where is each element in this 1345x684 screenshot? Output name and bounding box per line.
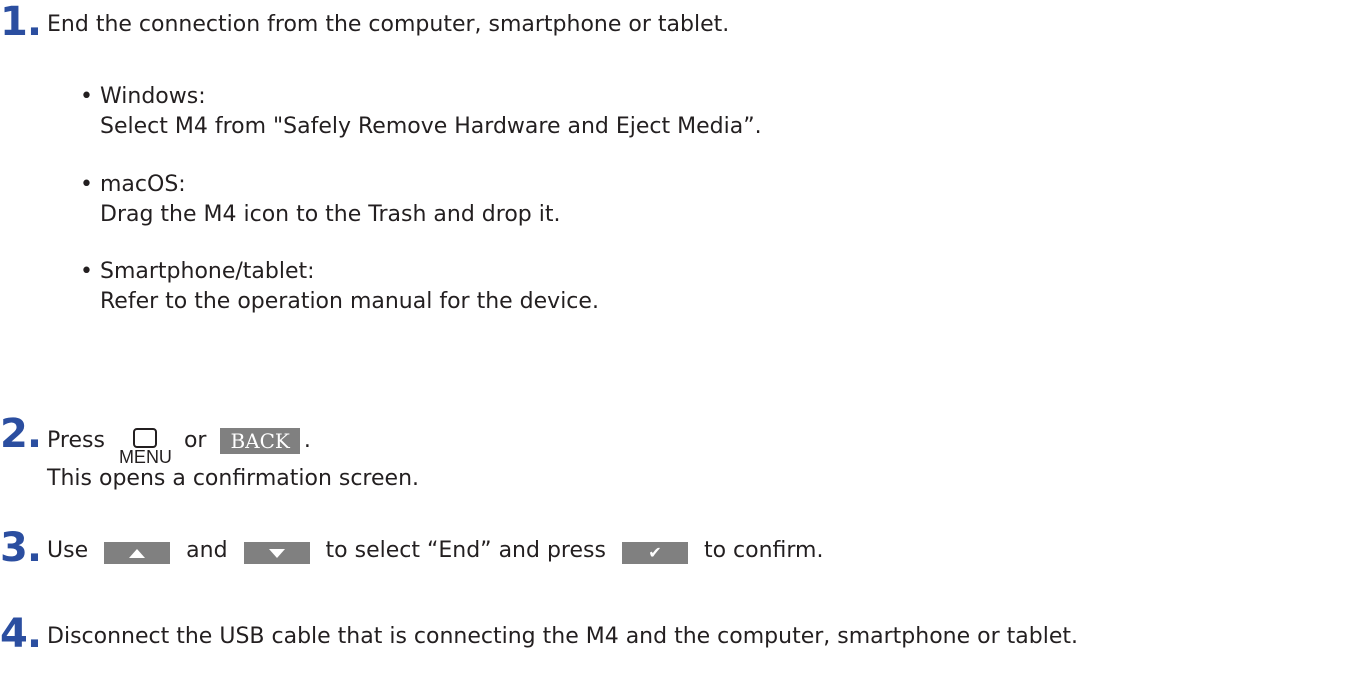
and-text: and (186, 538, 228, 563)
down-key (243, 542, 310, 564)
menu-square-icon (133, 428, 158, 448)
step-2-line-1: Press MENU or BACK . (47, 414, 419, 466)
step-4: 4. Disconnect the USB cable that is conn… (0, 614, 1078, 654)
bullet-dot: • (80, 84, 93, 109)
up-key (104, 542, 171, 564)
bullet-desc: Select M4 from "Safely Remove Hardware a… (100, 114, 762, 139)
bullet-macos: • macOS: Drag the M4 icon to the Trash an… (80, 170, 560, 230)
menu-button-icon: MENU (119, 428, 172, 466)
bullet-smartphone: • Smartphone/tablet: Refer to the operati… (80, 257, 599, 317)
step-2: 2. Press MENU or BACK . This opens a con… (0, 414, 419, 494)
step-text: End the connection from the computer, sm… (47, 12, 730, 37)
down-arrow-icon (268, 548, 285, 558)
bullet-desc: Drag the M4 icon to the Trash and drop i… (100, 202, 561, 227)
checkmark-icon: ✔ (648, 543, 662, 562)
use-text: Use (47, 538, 89, 563)
select-text: to select “End” and press (325, 538, 606, 563)
menu-label: MENU (118, 447, 172, 467)
press-text: Press (47, 428, 105, 453)
step-1: 1. End the connection from the computer,… (0, 2, 729, 42)
step-3: 3. Use and to select “End” and press ✔ t… (0, 528, 823, 568)
enter-key: ✔ (621, 542, 688, 564)
step-number: 2. (0, 411, 42, 457)
step-number: 3. (0, 525, 42, 571)
bullet-windows: • Windows: Select M4 from "Safely Remove … (80, 82, 762, 142)
bullet-dot: • (80, 172, 93, 197)
or-text: or (183, 428, 207, 453)
step-2-line-2: This opens a confirmation screen. (47, 466, 420, 491)
bullet-desc: Refer to the operation manual for the de… (100, 289, 599, 314)
bullet-title: macOS: (100, 172, 186, 197)
step-number: 4. (0, 611, 42, 657)
step-3-line: Use and to select “End” and press ✔ to c… (47, 528, 823, 566)
step-text: Disconnect the USB cable that is connect… (47, 624, 1078, 649)
bullet-dot: • (80, 259, 93, 284)
step-number: 1. (0, 0, 42, 45)
back-button: BACK (220, 428, 300, 454)
bullet-title-line: • macOS: (80, 172, 186, 197)
bullet-title: Smartphone/tablet: (100, 259, 315, 284)
confirm-text: to confirm. (703, 538, 824, 563)
bullet-title-line: • Windows: (80, 84, 206, 109)
up-arrow-icon (129, 548, 146, 558)
bullet-title: Windows: (100, 84, 206, 109)
bullet-title-line: • Smartphone/tablet: (80, 259, 315, 284)
period-text: . (303, 428, 311, 453)
